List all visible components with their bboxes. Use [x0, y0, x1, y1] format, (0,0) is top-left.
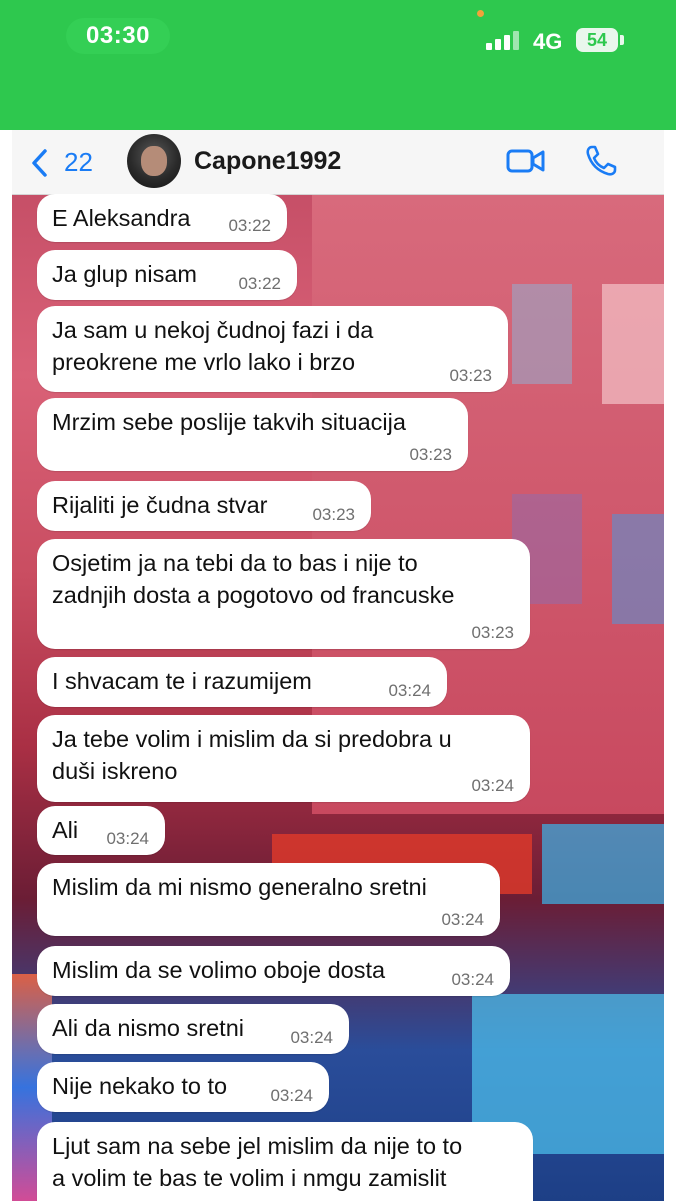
- message-time: 03:24: [290, 1028, 333, 1047]
- battery-cap: [620, 35, 624, 45]
- message-text: Ja glup nisam: [52, 261, 197, 287]
- message-bubble[interactable]: Osjetim ja na tebi da to bas i nije to z…: [37, 539, 530, 649]
- wallpaper-neon-sign: [542, 824, 664, 904]
- message-bubble[interactable]: Mislim da se volimo oboje dosta 03:24: [37, 946, 510, 996]
- contact-name[interactable]: Capone1992: [194, 147, 341, 176]
- wallpaper-window: [602, 284, 664, 404]
- message-text: Nije nekako to to: [52, 1073, 228, 1099]
- message-time: 03:22: [238, 274, 281, 293]
- message-bubble[interactable]: Mislim da mi nismo generalno sretni 03:2…: [37, 863, 500, 936]
- message-time: 03:24: [388, 681, 431, 700]
- status-time: 03:30: [86, 22, 150, 49]
- message-bubble[interactable]: Rijaliti je čudna stvar 03:23: [37, 481, 371, 531]
- message-text: Ali da nismo sretni: [52, 1015, 244, 1041]
- message-time: 03:24: [441, 910, 484, 929]
- message-text: Mrzim sebe poslije takvih situacija: [52, 409, 406, 435]
- status-bar: 03:30 4G 54: [0, 0, 676, 130]
- signal-icon: [486, 30, 522, 50]
- message-line: zadnjih dosta a pogotovo od francuske: [52, 582, 455, 608]
- message-text: Ali: [52, 817, 79, 843]
- message-bubble[interactable]: Ja glup nisam 03:22: [37, 250, 297, 300]
- message-time: 03:23: [471, 623, 514, 642]
- message-text: Ja sam u nekoj čudnoj fazi i da preokren…: [52, 314, 373, 378]
- message-bubble[interactable]: Ja sam u nekoj čudnoj fazi i da preokren…: [37, 306, 508, 392]
- message-bubble[interactable]: Ali 03:24: [37, 806, 165, 855]
- message-line: duši iskreno: [52, 758, 178, 784]
- message-time: 03:23: [409, 445, 452, 464]
- wallpaper-window: [612, 514, 664, 624]
- message-line: Ja tebe volim i mislim da si predobra u: [52, 726, 452, 752]
- message-line: a volim te bas te volim i nmgu zamislit: [52, 1165, 447, 1191]
- message-bubble[interactable]: Ali da nismo sretni 03:24: [37, 1004, 349, 1054]
- message-text: E Aleksandra: [52, 205, 191, 231]
- video-call-icon[interactable]: [506, 146, 546, 176]
- message-bubble[interactable]: Nije nekako to to 03:24: [37, 1062, 329, 1112]
- chevron-left-icon: [32, 149, 47, 177]
- chat-header: 22 Capone1992: [12, 130, 664, 195]
- avatar[interactable]: [127, 134, 181, 188]
- message-line: Ja sam u nekoj čudnoj fazi i da: [52, 317, 374, 343]
- back-button[interactable]: 22: [30, 144, 100, 180]
- unread-count: 22: [64, 147, 93, 177]
- message-bubble[interactable]: Ja tebe volim i mislim da si predobra u …: [37, 715, 530, 802]
- message-text: I shvacam te i razumijem: [52, 668, 312, 694]
- message-line: preokrene me vrlo lako i brzo: [52, 349, 356, 375]
- phone-call-icon[interactable]: [584, 144, 618, 178]
- message-text: Mislim da se volimo oboje dosta: [52, 957, 386, 983]
- message-line: Ljut sam na sebe jel mislim da nije to t…: [52, 1133, 463, 1159]
- message-time: 03:23: [449, 366, 492, 385]
- message-bubble[interactable]: Ljut sam na sebe jel mislim da nije to t…: [37, 1122, 533, 1201]
- message-text: Rijaliti je čudna stvar: [52, 492, 268, 518]
- message-text: Osjetim ja na tebi da to bas i nije to z…: [52, 547, 454, 611]
- battery-icon: 54: [576, 28, 618, 52]
- chat-screen: 22 Capone1992 E Aleksandra 03:22 Ja glup…: [12, 130, 664, 1201]
- message-time: 03:24: [471, 776, 514, 795]
- message-text: Ja tebe volim i mislim da si predobra u …: [52, 723, 452, 787]
- message-time: 03:24: [451, 970, 494, 989]
- privacy-indicator-dot: [477, 10, 484, 17]
- message-time: 03:22: [228, 216, 271, 235]
- message-bubble[interactable]: E Aleksandra 03:22: [37, 194, 287, 242]
- message-text: Ljut sam na sebe jel mislim da nije to t…: [52, 1130, 462, 1194]
- message-time: 03:24: [270, 1086, 313, 1105]
- message-time: 03:23: [312, 505, 355, 524]
- message-bubble[interactable]: Mrzim sebe poslije takvih situacija 03:2…: [37, 398, 468, 471]
- network-type: 4G: [533, 29, 563, 54]
- wallpaper-window: [512, 284, 572, 384]
- message-time: 03:24: [106, 829, 149, 848]
- message-text: Mislim da mi nismo generalno sretni: [52, 874, 427, 900]
- message-line: Osjetim ja na tebi da to bas i nije to: [52, 550, 418, 576]
- message-bubble[interactable]: I shvacam te i razumijem 03:24: [37, 657, 447, 707]
